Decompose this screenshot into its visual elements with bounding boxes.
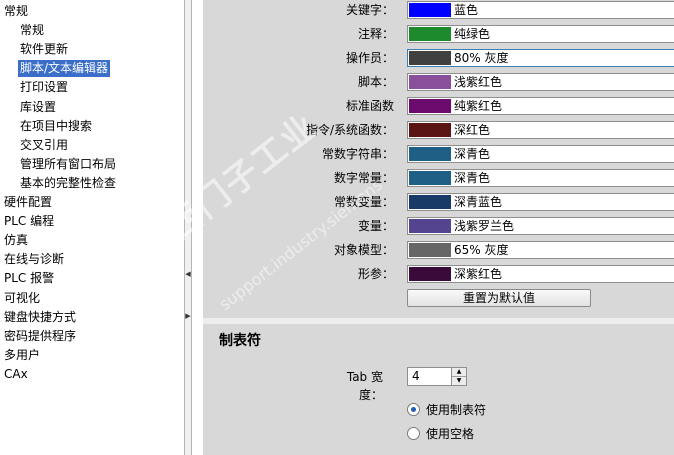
nav-item[interactable]: 交叉引用 [20,137,68,154]
color-row-label: 数字常量： [333,171,394,185]
color-picker-field[interactable]: 深青色 [407,169,674,187]
radio-button[interactable] [407,403,420,416]
color-swatch [409,99,451,113]
tabs-section-title: 制表符 [219,333,261,349]
color-row-label: 注释： [357,27,394,41]
color-row-label: 指令/系统函数： [305,123,394,137]
color-value-text: 深青色 [454,171,491,185]
color-swatch [409,27,451,41]
radio-button[interactable] [407,427,420,440]
color-value-text: 浅紫罗兰色 [454,219,515,233]
color-swatch [409,219,451,233]
color-value-text: 80% 灰度 [454,51,509,65]
stepper-up-icon[interactable]: ▲ [452,368,466,377]
color-row-label: 常数字符串： [321,147,394,161]
nav-item[interactable]: 软件更新 [20,41,68,58]
color-swatch [409,195,451,209]
nav-item[interactable]: 管理所有窗口布局 [20,156,116,173]
tab-width-stepper[interactable]: 4 ▲ ▼ [407,367,467,386]
collapse-left-arrow-icon[interactable]: ◀ [185,270,191,278]
nav-item[interactable]: PLC 编程 [4,213,54,230]
color-picker-field[interactable]: 深红色 [407,121,674,139]
nav-item[interactable]: 在项目中搜索 [20,118,92,135]
color-picker-field[interactable]: 深青蓝色 [407,193,674,211]
color-picker-field[interactable]: 深紫红色 [407,265,674,283]
nav-item[interactable]: 常规 [4,3,28,20]
nav-item[interactable]: 可视化 [4,290,40,307]
nav-item[interactable]: 库设置 [20,99,56,116]
color-row-label: 脚本： [357,75,394,89]
color-row-label: 操作员： [345,51,394,65]
nav-item[interactable]: CAx [4,366,28,383]
color-picker-field[interactable]: 浅紫罗兰色 [407,217,674,235]
color-swatch [409,171,451,185]
reset-defaults-button[interactable]: 重置为默认值 [407,289,591,307]
radio-label: 使用制表符 [426,403,487,417]
color-row-label: 形参： [357,267,394,281]
nav-item[interactable]: 在线与诊断 [4,251,64,268]
nav-item[interactable]: 硬件配置 [4,194,52,211]
color-row-label: 常数变量： [333,195,394,209]
color-picker-field[interactable]: 蓝色 [407,1,674,19]
editor-settings-panel: 关键字： 蓝色注释： 纯绿色操作员： 80% 灰度脚本： 浅紫红色标准函数 纯紫红色指令/… [203,0,674,455]
color-picker-field[interactable]: 纯紫红色 [407,97,674,115]
color-swatch [409,123,451,137]
radio-label: 使用空格 [426,427,475,441]
nav-item[interactable]: 密码提供程序 [4,328,76,345]
nav-item[interactable]: 常规 [20,22,44,39]
color-value-text: 65% 灰度 [454,243,509,257]
color-picker-field[interactable]: 纯绿色 [407,25,674,43]
stepper-buttons: ▲ ▼ [451,368,466,385]
settings-nav-tree: 常规 常规 软件更新 脚本/文本编辑器 打印设置 库设置 在项目中搜索 交叉引用 管理所有窗口布… [0,0,185,455]
color-row-label: 变量： [357,219,394,233]
nav-item[interactable]: 仿真 [4,232,28,249]
nav-item[interactable]: 打印设置 [20,79,68,96]
color-picker-field[interactable]: 80% 灰度 [407,49,674,67]
color-swatch [409,147,451,161]
color-value-text: 纯绿色 [454,27,491,41]
nav-item[interactable]: 脚本/文本编辑器 [18,60,111,78]
pane-splitter[interactable]: ◀ ▶ [184,0,192,455]
color-picker-field[interactable]: 深青色 [407,145,674,163]
color-value-text: 浅紫红色 [454,75,503,89]
color-value-text: 蓝色 [454,3,479,17]
color-value-text: 深红色 [454,123,491,137]
color-value-text: 深紫红色 [454,267,503,281]
color-row-label: 标准函数 [345,99,394,113]
nav-item[interactable]: 多用户 [4,347,40,364]
tab-width-label: Tab 宽度： [346,370,383,402]
color-swatch [409,243,451,257]
color-value-text: 深青蓝色 [454,195,503,209]
color-row-label: 关键字： [345,3,394,17]
nav-item[interactable]: 键盘快捷方式 [4,309,76,326]
color-value-text: 纯紫红色 [454,99,503,113]
tab-width-value[interactable]: 4 [412,368,420,385]
color-swatch [409,267,451,281]
section-divider [203,318,674,324]
color-swatch [409,51,451,65]
color-row-label: 对象模型： [333,243,394,257]
color-value-text: 深青色 [454,147,491,161]
color-picker-field[interactable]: 65% 灰度 [407,241,674,259]
expand-right-arrow-icon[interactable]: ▶ [185,312,191,320]
color-picker-field[interactable]: 浅紫红色 [407,73,674,91]
nav-item[interactable]: PLC 报警 [4,270,54,287]
color-swatch [409,3,451,17]
color-swatch [409,75,451,89]
nav-item[interactable]: 基本的完整性检查 [20,175,116,192]
stepper-down-icon[interactable]: ▼ [452,377,466,385]
